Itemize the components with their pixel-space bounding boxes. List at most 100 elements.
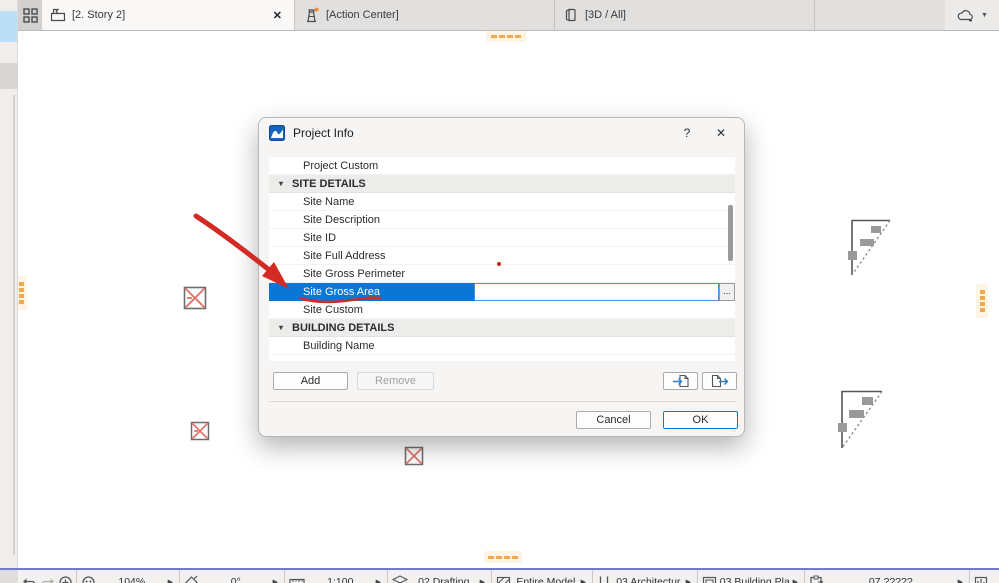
renovation-filter-control[interactable]: 03 Architectur ▶ (593, 570, 698, 583)
list-item[interactable]: Project Custom (269, 157, 735, 175)
site-gross-area-input[interactable] (474, 283, 719, 301)
row-label: Site Full Address (303, 249, 386, 262)
close-tab-icon[interactable]: ✕ (269, 9, 286, 22)
favorites-control[interactable]: 07 ????? ▶ (805, 570, 970, 583)
export-icon (711, 374, 729, 388)
marker-dash (979, 302, 985, 306)
help-button[interactable]: ? (674, 126, 700, 140)
missing-drawing-placeholder[interactable] (190, 421, 210, 441)
flyout-arrow-icon: ▶ (375, 579, 381, 583)
story-marker-bottom[interactable] (484, 551, 522, 563)
tab-action-center[interactable]: [Action Center] (295, 0, 555, 30)
detail-marker-triangle[interactable] (835, 390, 885, 450)
tab-overview-button[interactable] (18, 0, 42, 30)
zoom-level-control[interactable]: 104% ▶ (77, 570, 180, 583)
flyout-arrow-icon: ▶ (479, 579, 485, 583)
list-item[interactable]: Building Name (269, 337, 735, 355)
scale-ruler-icon (289, 576, 305, 583)
story-marker-top[interactable] (486, 30, 526, 42)
missing-drawing-placeholder[interactable] (183, 286, 207, 310)
flyout-arrow-icon: ▶ (167, 579, 173, 583)
tab-label: [Action Center] (326, 9, 399, 21)
palette-thumbnail[interactable] (0, 11, 17, 42)
layout-book-control[interactable]: 03 Building Pla ▶ (698, 570, 805, 583)
list-item-selected[interactable]: Site Gross Area ... (269, 283, 735, 301)
marker-dash (488, 555, 494, 559)
scale-value: 1:100 (327, 576, 354, 583)
list-item[interactable]: Site Custom (269, 301, 735, 319)
row-label: Site Custom (303, 303, 363, 316)
renovation-filter-icon (597, 575, 611, 583)
cancel-button[interactable]: Cancel (576, 411, 651, 429)
marker-dash (19, 288, 24, 292)
teamwork-sync-button[interactable]: ▼ (945, 0, 999, 30)
model-filter-icon (496, 576, 511, 583)
statusbar-extra[interactable] (970, 570, 999, 583)
zoom-in-icon[interactable] (58, 575, 73, 583)
marker-dash (979, 308, 985, 312)
redo-view-icon[interactable] (40, 575, 55, 583)
marker-dash (979, 296, 985, 300)
ellipsis-button[interactable]: ... (719, 283, 735, 301)
missing-drawing-placeholder[interactable] (404, 446, 424, 466)
flyout-arrow-icon: ▶ (272, 579, 278, 583)
model-filter-control[interactable]: Entire Model ▶ (492, 570, 593, 583)
close-dialog-icon[interactable]: ✕ (708, 126, 734, 140)
tab-floor-plan[interactable]: [2. Story 2] ✕ (42, 0, 295, 30)
orientation-value: 0° (230, 576, 241, 583)
list-item[interactable]: Site Description (269, 211, 735, 229)
tab-label: [3D / All] (585, 9, 626, 21)
tab-bar: [2. Story 2] ✕ [Action Center] [3D / All… (18, 0, 999, 31)
vertical-scrollbar[interactable] (13, 95, 15, 555)
ok-button[interactable]: OK (663, 411, 738, 429)
detail-marker-triangle[interactable] (845, 219, 893, 277)
export-button[interactable] (702, 372, 737, 390)
panel-handle[interactable] (0, 63, 18, 89)
dialog-title-bar[interactable]: Project Info ? ✕ (259, 118, 744, 148)
undo-view-icon[interactable] (22, 575, 37, 583)
marker-dash (512, 555, 518, 559)
import-icon (672, 374, 690, 388)
list-item[interactable]: Site Gross Perimeter (269, 265, 735, 283)
tab-bar-filler (815, 0, 945, 30)
collapse-arrow-icon[interactable]: ▾ (279, 323, 283, 332)
renovation-filter-value: 03 Architectur (616, 576, 681, 583)
list-item[interactable]: Site ID (269, 229, 735, 247)
fit-view-icon (81, 575, 96, 583)
marker-dash (515, 34, 521, 38)
layer-value: 02 Drafting (418, 576, 470, 583)
row-label: Building Name (303, 339, 375, 352)
tab-3d-view[interactable]: [3D / All] (555, 0, 815, 30)
add-button[interactable]: Add (273, 372, 348, 390)
list-item[interactable]: Site Name (269, 193, 735, 211)
list-group-header[interactable]: ▾ BUILDING DETAILS (269, 319, 735, 337)
status-bar: 104% ▶ 0° ▶ 1:100 ▶ 02 Drafting ▶ Entire… (0, 568, 999, 583)
remove-button[interactable]: Remove (357, 372, 434, 390)
resize-grip[interactable]: ⋰ (733, 424, 741, 433)
layout-book-value: 03 Building Pla (719, 576, 790, 583)
zoom-level-value: 104% (118, 576, 146, 583)
marker-dash (19, 300, 24, 304)
story-marker-right[interactable] (976, 284, 988, 318)
orientation-control[interactable]: 0° ▶ (180, 570, 285, 583)
flyout-arrow-icon: ▶ (685, 579, 691, 583)
row-label: Site Description (303, 213, 381, 226)
scale-control[interactable]: 1:100 ▶ (285, 570, 388, 583)
marker-dash (979, 290, 985, 294)
caret-down-icon: ▼ (981, 11, 988, 19)
import-button[interactable] (663, 372, 698, 390)
floor-plan-icon (50, 8, 66, 22)
cloud-sync-icon (956, 8, 976, 22)
list-scrollbar-thumb[interactable] (728, 205, 733, 261)
marker-dash (496, 555, 502, 559)
archicad-window: [2. Story 2] ✕ [Action Center] [3D / All… (0, 0, 999, 583)
list-item[interactable]: Site Full Address (269, 247, 735, 265)
layer-icon (392, 575, 408, 583)
list-group-header[interactable]: ▾ SITE DETAILS (269, 175, 735, 193)
statusbar-corner (0, 570, 18, 583)
layer-control[interactable]: 02 Drafting ▶ (388, 570, 492, 583)
collapse-arrow-icon[interactable]: ▾ (279, 179, 283, 188)
marker-dash (491, 34, 497, 38)
view-nav-group (18, 570, 77, 583)
project-info-list: Project Custom ▾ SITE DETAILS Site Name … (269, 157, 735, 361)
